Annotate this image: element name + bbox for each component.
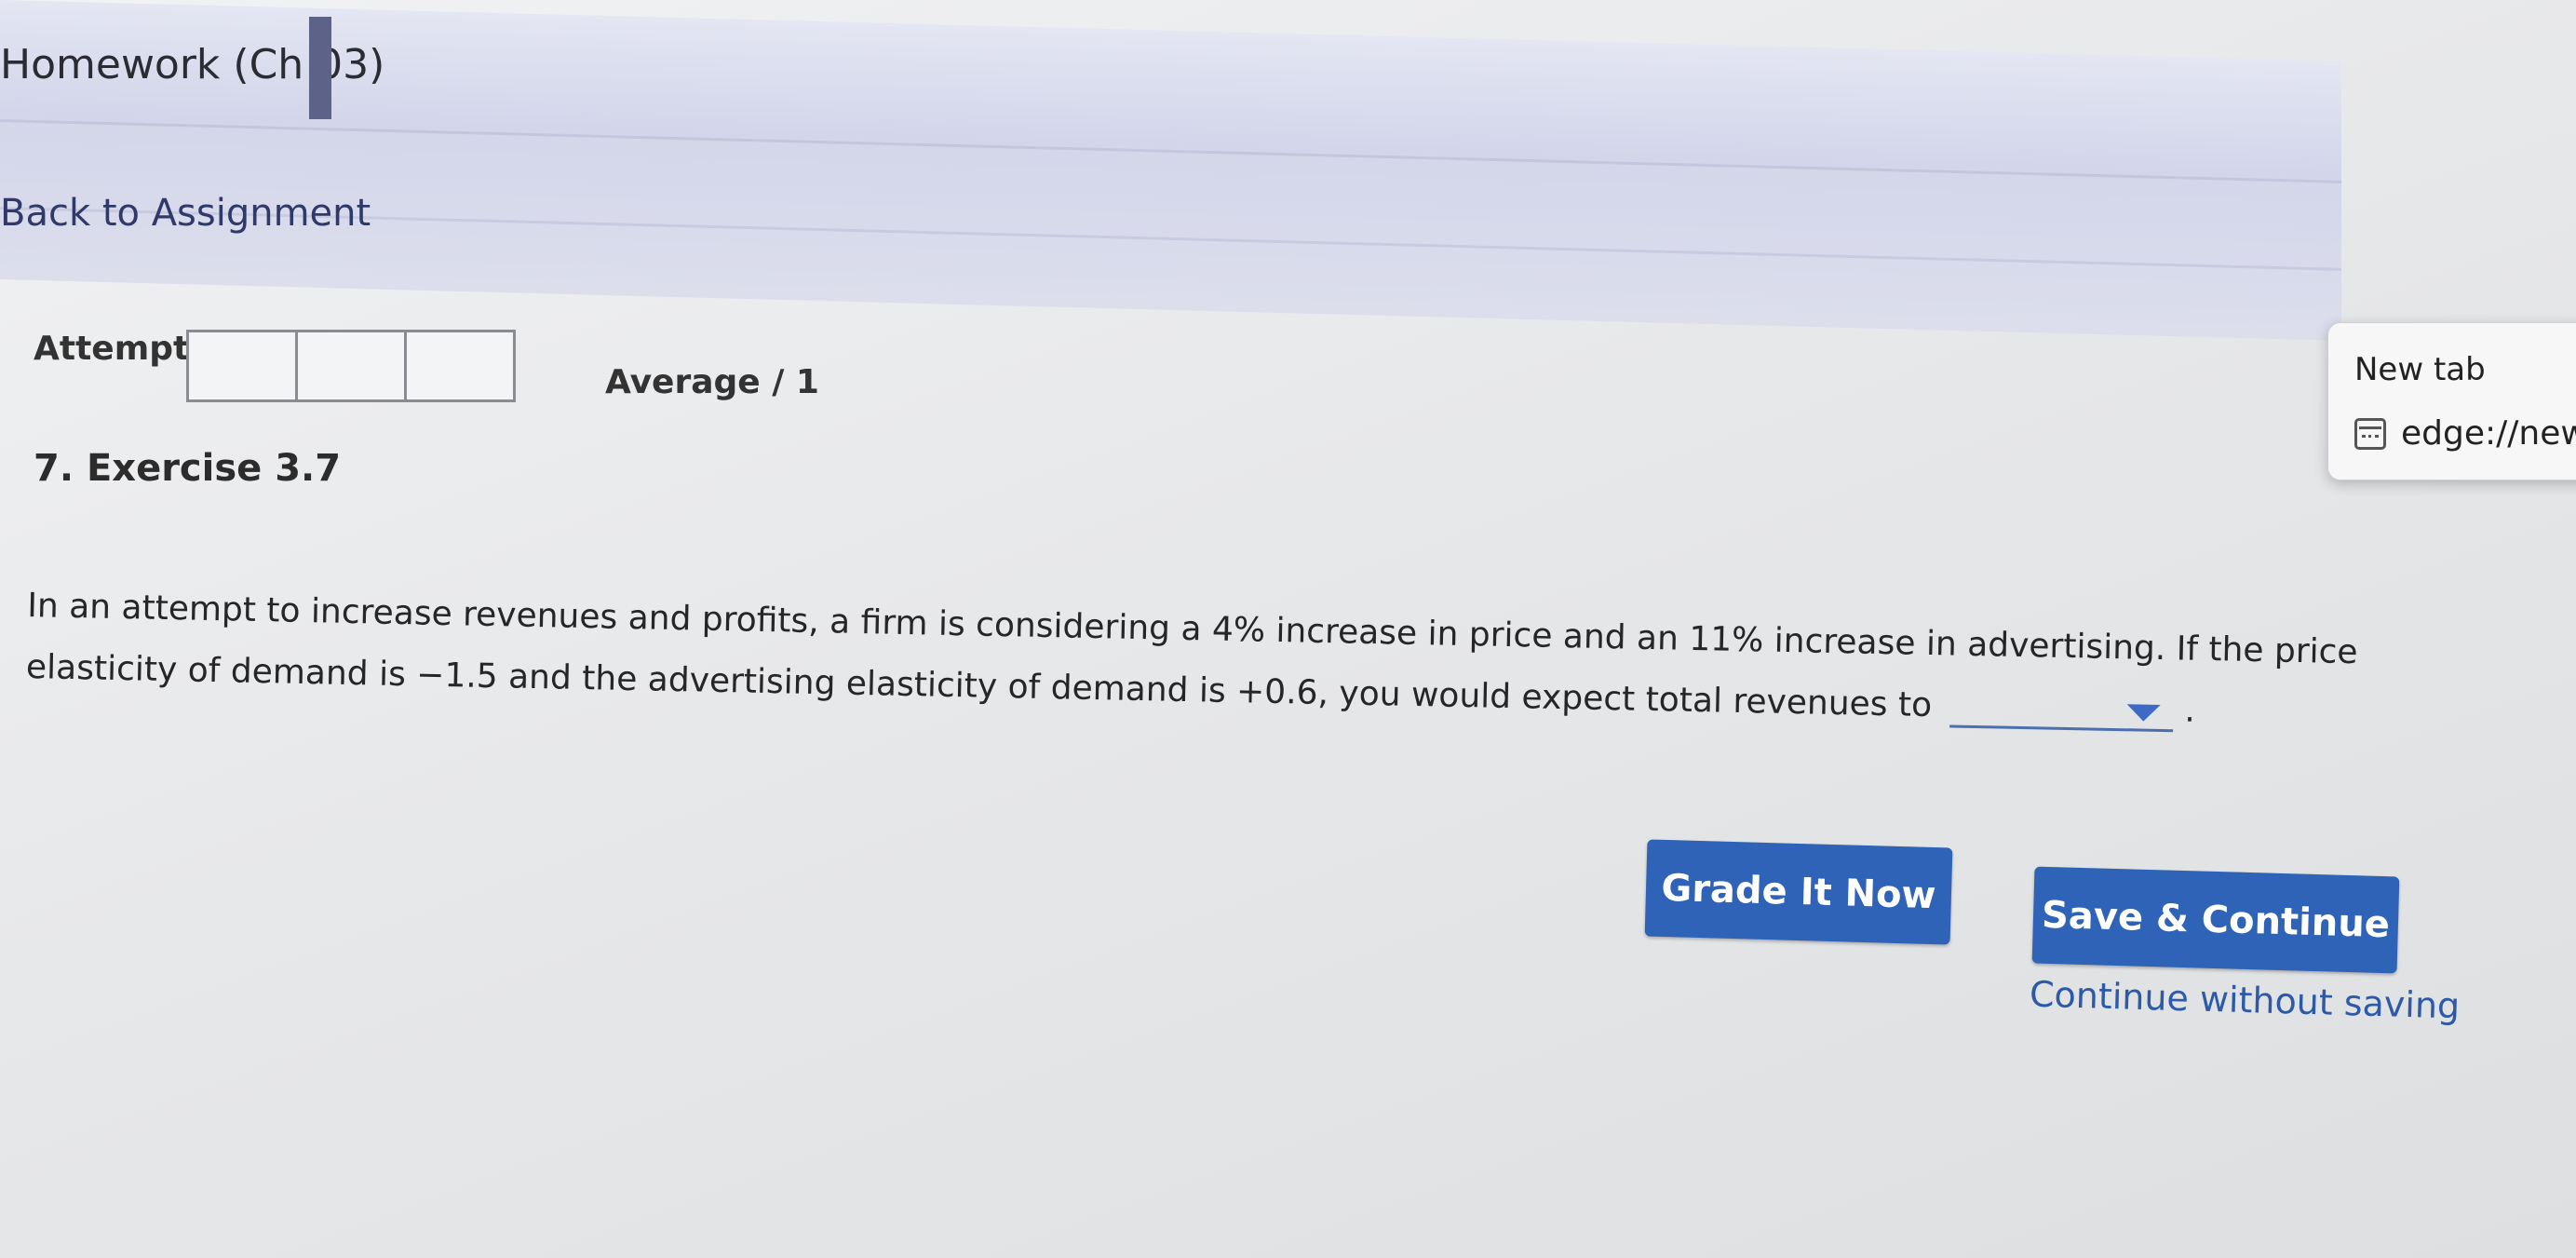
text-cursor [309,17,331,119]
page-icon [2354,417,2386,450]
tab-preview-title: New tab [2354,351,2486,388]
tab-preview-url: edge://new [2401,414,2576,453]
grade-it-now-button[interactable]: Grade It Now [1644,839,1953,945]
question-text: In an attempt to increase revenues and p… [25,575,2448,747]
caret-down-icon [2126,703,2161,722]
average-score: Average / 1 [605,363,819,401]
back-to-assignment-link[interactable]: Back to Assignment [0,192,371,235]
exercise-title: 7. Exercise 3.7 [34,447,342,490]
attempts-label: Attempts [34,330,209,368]
tab-preview-popup[interactable]: New tab edge://new [2327,322,2576,480]
attempt-box [186,330,298,402]
question-period: . [2184,691,2196,730]
answer-dropdown[interactable] [1949,686,2174,732]
attempt-box [404,330,516,402]
continue-without-saving-link[interactable]: Continue without saving [2029,974,2460,1027]
attempts-boxes [186,330,516,402]
save-and-continue-button[interactable]: Save & Continue [2031,866,2400,974]
tab-preview-url-row: edge://new [2354,414,2576,453]
page: Homework (Ch 03) Back to Assignment Atte… [0,0,2576,1258]
attempt-box [295,330,407,402]
